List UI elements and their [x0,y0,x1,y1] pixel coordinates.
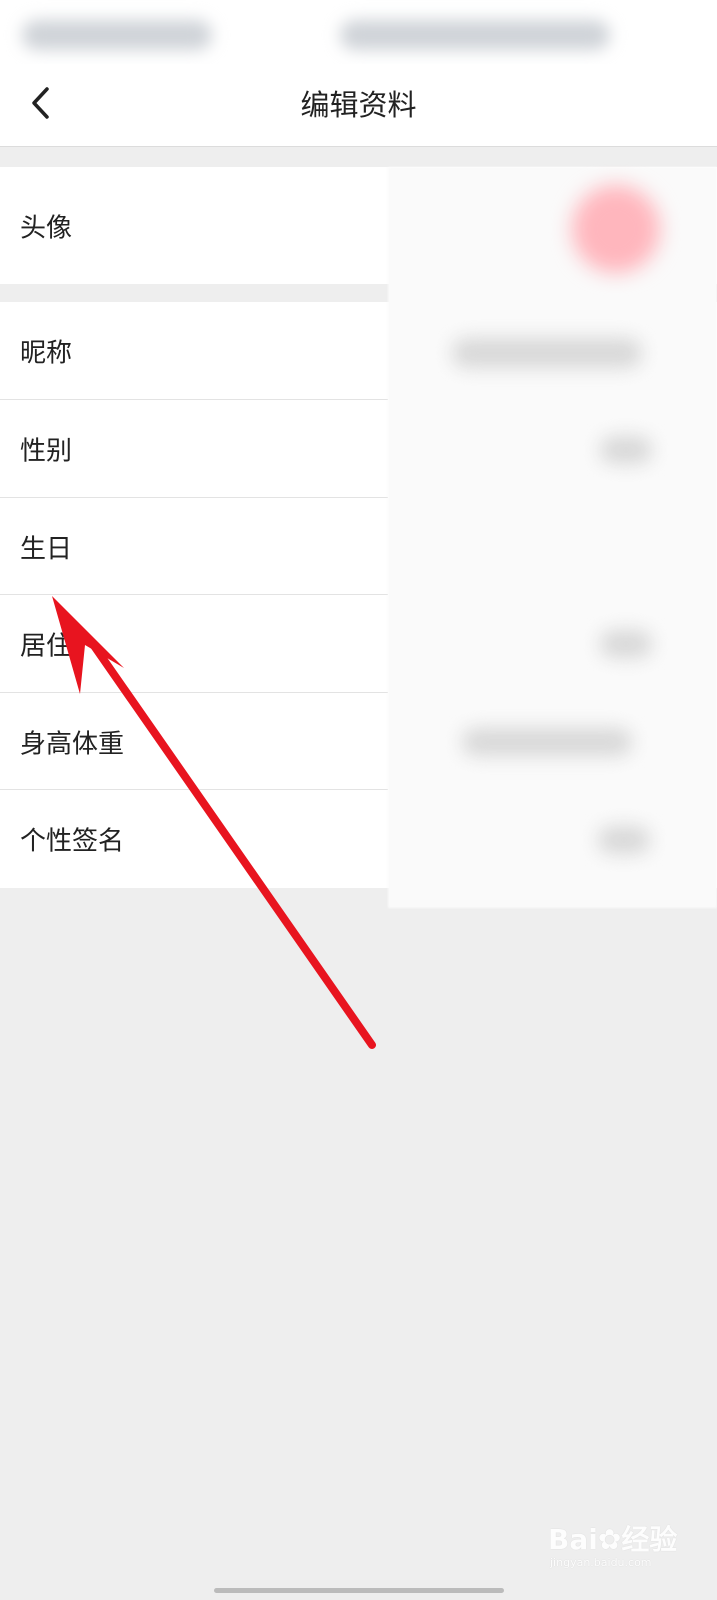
chevron-left-icon [32,87,49,119]
gender-value-blur [600,436,652,464]
signature-label: 个性签名 [20,826,125,857]
section-gap [0,147,717,167]
nickname-label: 昵称 [20,338,73,369]
status-bar-right-blur [340,20,610,50]
avatar-label: 头像 [20,213,73,243]
height-weight-value-blur [462,728,632,756]
watermark-logo: Bai✿经验 [548,1518,677,1558]
height-weight-label: 身高体重 [20,729,125,759]
residence-label: 居住 [20,631,73,662]
status-bar-left-blur [22,20,212,50]
signature-value-blur [598,826,650,854]
residence-value-blur [600,630,652,658]
home-indicator[interactable] [214,1588,504,1593]
page-title: 编辑资料 [300,88,417,122]
avatar[interactable] [572,185,660,273]
birthday-label: 生日 [20,534,73,564]
watermark-brand: Bai [548,1523,598,1556]
paw-icon: ✿ [597,1523,622,1556]
birthday-row[interactable]: 生日 [0,498,717,595]
baidu-watermark: Bai✿经验 jingyan.baidu.com [548,1518,708,1578]
watermark-brand-suffix: 经验 [621,1523,678,1556]
watermark-site: jingyan.baidu.com [550,1556,652,1569]
status-bar [0,0,717,64]
back-button[interactable] [16,78,66,128]
navigation-header: 编辑资料 [0,64,717,147]
section-gap [0,284,717,302]
gender-label: 性别 [20,436,73,467]
nickname-value-blur [452,338,642,368]
